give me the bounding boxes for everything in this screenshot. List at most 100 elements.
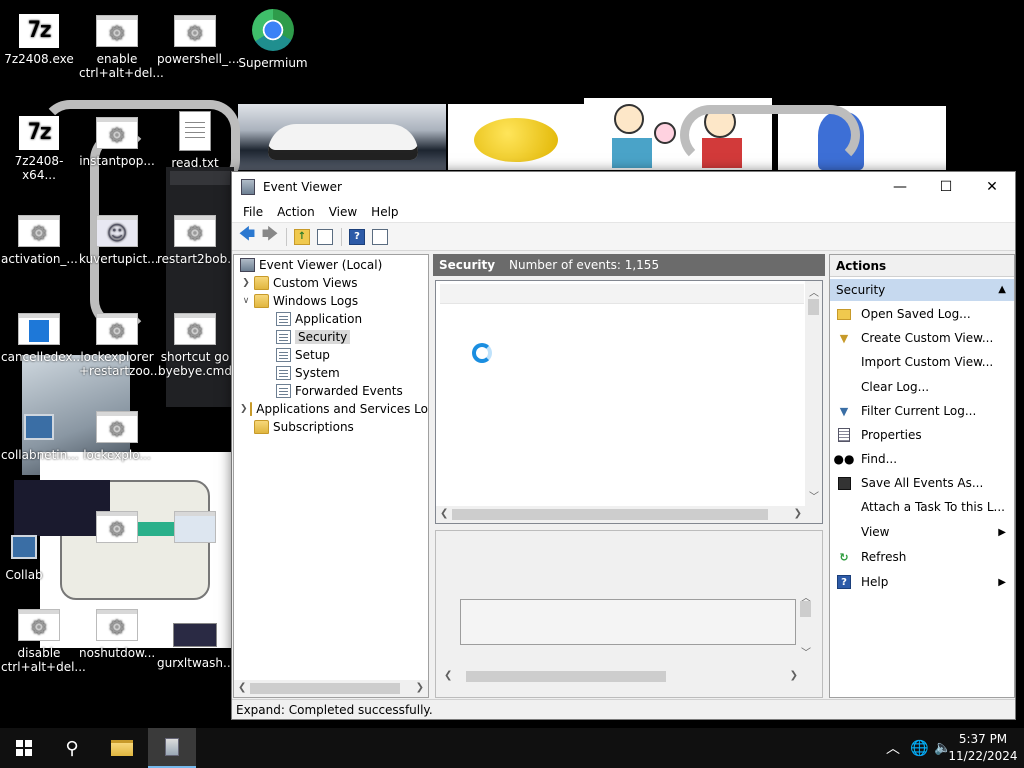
clock[interactable]: 5:37 PM 11/22/2024 — [948, 731, 1018, 765]
action-attach-task[interactable]: Attach a Task To this L... — [830, 496, 1014, 518]
scroll-right-icon[interactable]: ❯ — [794, 508, 802, 519]
show-hide-action-pane-button[interactable] — [369, 226, 391, 248]
event-list-horizontal-scrollbar[interactable]: ❮ ❯ — [436, 506, 822, 523]
scrollbar-thumb[interactable] — [466, 671, 666, 682]
event-viewer-icon — [240, 258, 255, 272]
desktop-icon-image-file[interactable] — [157, 510, 233, 548]
desktop-icon-instantpop[interactable]: ⚙ instantpop... — [79, 116, 155, 168]
desktop-icon-lockexplorer-restartzoo[interactable]: ⚙ lockexplorer +restartzoo... — [79, 312, 161, 378]
desktop-icon-powershell[interactable]: ⚙ powershell_... — [157, 14, 239, 66]
action-refresh[interactable]: ↻ Refresh — [830, 546, 1014, 568]
scroll-left-icon[interactable]: ❮ — [440, 508, 448, 519]
network-button[interactable]: 🌐 — [910, 728, 929, 768]
details-horizontal-scrollbar[interactable]: ❮ ❯ — [444, 668, 798, 685]
desktop-icon-7z2408-x64[interactable]: 7z 7z2408-x64... — [1, 116, 77, 182]
desktop-icon-noshutdown[interactable]: ⚙ noshutdow... — [79, 608, 155, 660]
scrollbar-thumb[interactable] — [808, 299, 819, 315]
desktop-icon-cancelledex[interactable]: cancelledex... — [1, 312, 84, 364]
search-button[interactable]: ⚲ — [48, 728, 96, 768]
folder-icon — [111, 740, 133, 756]
desktop-icon-enable-ctrl-alt-del[interactable]: ⚙ enable ctrl+alt+del... — [79, 14, 164, 80]
taskbar-event-viewer[interactable] — [148, 728, 196, 768]
action-filter-current-log[interactable]: ▼ Filter Current Log... — [830, 400, 1014, 422]
tree-item-event-viewer-local[interactable]: Event Viewer (Local) — [238, 256, 382, 274]
action-clear-log[interactable]: Clear Log... — [830, 376, 1014, 398]
desktop-icon-gurxltwash[interactable]: gurxltwash... — [157, 618, 234, 670]
show-hide-console-tree-button[interactable] — [314, 226, 336, 248]
tree-item-custom-views[interactable]: ❯ Custom Views — [240, 274, 358, 292]
scroll-right-icon[interactable]: ❯ — [790, 670, 798, 681]
chevron-right-icon[interactable]: ❯ — [240, 404, 248, 414]
chevron-down-icon[interactable]: ∨ — [240, 296, 252, 306]
collapse-triangle-icon[interactable]: ▲ — [998, 284, 1006, 295]
desktop-icon-supermium[interactable]: Supermium — [235, 8, 311, 70]
action-properties[interactable]: Properties — [830, 424, 1014, 446]
menu-help[interactable]: Help — [364, 205, 405, 219]
desktop-icon-read-txt[interactable]: read.txt — [157, 110, 233, 170]
desktop-icon-restart2bob[interactable]: ⚙ restart2bob... — [157, 214, 239, 266]
folder-icon — [249, 402, 253, 416]
up-one-level-button[interactable]: ↑ — [291, 226, 313, 248]
scroll-down-icon[interactable]: ﹀ — [801, 644, 811, 659]
action-create-custom-view[interactable]: ▼ Create Custom View... — [830, 327, 1014, 349]
event-list-column-header[interactable] — [440, 284, 804, 304]
tree-item-applications-and-services[interactable]: ❯ Applications and Services Lo — [240, 400, 428, 418]
action-find[interactable]: ●● Find... — [830, 448, 1014, 470]
scroll-right-icon[interactable]: ❯ — [416, 682, 424, 693]
menu-view[interactable]: View — [322, 205, 364, 219]
action-import-custom-view[interactable]: Import Custom View... — [830, 351, 1014, 373]
menu-action[interactable]: Action — [270, 205, 322, 219]
scrollbar-thumb[interactable] — [250, 683, 400, 694]
tree-item-security[interactable]: Security — [274, 328, 351, 346]
desktop-icon-7z2408[interactable]: 7z 7z2408.exe — [1, 14, 77, 66]
minimize-button[interactable]: — — [877, 172, 923, 201]
title-bar[interactable]: Event Viewer — ☐ ✕ — [232, 172, 1015, 201]
forward-button[interactable]: 🡆 — [259, 224, 281, 248]
desktop-icon-collabnetin[interactable]: collabnetin... — [1, 410, 79, 462]
tree-item-windows-logs[interactable]: ∨ Windows Logs — [240, 292, 358, 310]
desktop-icon-kuvertupict[interactable]: ☺ kuvertupict... — [79, 214, 159, 266]
actions-header: Actions — [830, 255, 1014, 277]
event-list-vertical-scrollbar[interactable]: ︿ ﹀ — [805, 281, 822, 506]
show-hidden-icons-button[interactable]: ︿ — [886, 728, 900, 768]
settings-file-icon: ⚙ — [96, 411, 138, 443]
scrollbar-thumb[interactable] — [452, 509, 768, 520]
scroll-left-icon[interactable]: ❮ — [238, 682, 246, 693]
scroll-up-icon[interactable]: ︿ — [809, 284, 819, 299]
help-button[interactable]: ? — [346, 226, 368, 248]
menu-bar: File Action View Help — [232, 201, 1015, 223]
desktop-icon-shortcut-go-byebye[interactable]: ⚙ shortcut go byebye.cmd — [157, 312, 233, 378]
scrollbar-thumb[interactable] — [800, 601, 811, 617]
close-button[interactable]: ✕ — [969, 172, 1015, 201]
start-button[interactable] — [0, 728, 48, 768]
desktop-icon-disable-ctrl-alt-del[interactable]: ⚙ disable ctrl+alt+del... — [1, 608, 86, 674]
action-save-all-events-as[interactable]: Save All Events As... — [830, 472, 1014, 494]
tree-horizontal-scrollbar[interactable]: ❮ ❯ — [234, 680, 428, 697]
tree-item-subscriptions[interactable]: Subscriptions — [252, 418, 354, 436]
scroll-left-icon[interactable]: ❮ — [444, 670, 452, 681]
image-file-icon: ☺ — [96, 215, 138, 247]
status-text: Expand: Completed successfully. — [236, 702, 433, 717]
back-button[interactable]: 🡄 — [236, 224, 258, 248]
chevron-right-icon[interactable]: ❯ — [240, 278, 252, 288]
desktop-icon-activation[interactable]: ⚙ activation_... — [1, 214, 78, 266]
console-tree-icon — [317, 228, 333, 245]
details-vertical-scrollbar[interactable]: ︿ ﹀ — [797, 589, 814, 659]
menu-file[interactable]: File — [236, 205, 270, 219]
action-help[interactable]: ? Help ▶ — [830, 571, 1014, 593]
taskbar-file-explorer[interactable] — [98, 728, 146, 768]
desktop-icon-lockexplo[interactable]: ⚙ lockexplo... — [79, 410, 155, 462]
tree-item-setup[interactable]: Setup — [274, 346, 330, 364]
action-view[interactable]: View ▶ — [830, 521, 1014, 543]
tree-item-application[interactable]: Application — [274, 310, 362, 328]
tree-item-system[interactable]: System — [274, 364, 340, 382]
tree-item-forwarded-events[interactable]: Forwarded Events — [274, 382, 403, 400]
action-open-saved-log[interactable]: Open Saved Log... — [830, 303, 1014, 325]
desktop-icon-gear-file[interactable]: ⚙ — [79, 510, 155, 548]
actions-section-security[interactable]: Security ▲ — [830, 279, 1014, 301]
scroll-down-icon[interactable]: ﹀ — [809, 488, 819, 503]
maximize-button[interactable]: ☐ — [923, 172, 969, 201]
wallpaper-yellow-image — [448, 104, 584, 170]
event-list[interactable]: ︿ ﹀ ❮ ❯ — [435, 280, 823, 524]
desktop-icon-collab[interactable]: Collab — [0, 530, 62, 582]
